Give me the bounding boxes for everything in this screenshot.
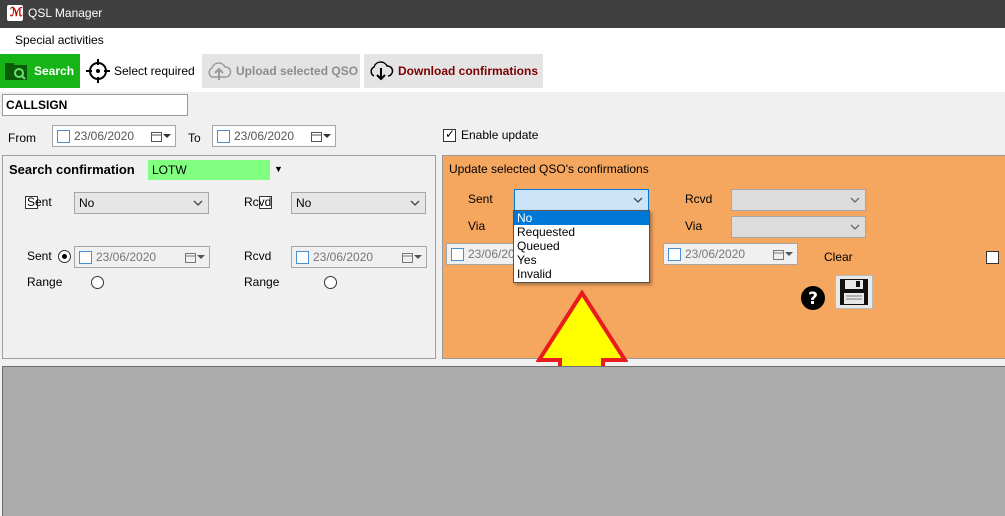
from-date-picker[interactable]: 23/06/2020 [52, 125, 176, 147]
select-required-button[interactable]: Select required [82, 54, 200, 88]
chevron-down-icon [850, 220, 860, 237]
update-rcvd-date-checkbox[interactable] [668, 247, 681, 261]
search-sent-range-radio[interactable] [90, 276, 104, 289]
update-via-sent-label: Via [468, 219, 486, 233]
upload-selected-qso-button[interactable]: Upload selected QSO [202, 54, 360, 88]
update-via-rcvd-label: Via [685, 219, 703, 233]
callsign-input[interactable]: CALLSIGN [2, 94, 188, 116]
dropdown-option-no[interactable]: No [514, 211, 649, 225]
results-grid[interactable] [2, 366, 1005, 516]
confirmation-service-select[interactable]: LOTW [148, 160, 270, 180]
download-label: Download confirmations [398, 64, 539, 78]
chevron-down-icon [850, 193, 860, 210]
calendar-dropdown-icon[interactable] [311, 131, 331, 142]
help-icon[interactable]: ? [800, 285, 826, 311]
search-rcvd-date-checkbox[interactable] [296, 250, 309, 264]
download-confirmations-button[interactable]: Download confirmations [364, 54, 543, 88]
from-date-checkbox[interactable] [57, 129, 70, 143]
update-rcvd-date-picker[interactable]: 23/06/2020 [663, 243, 798, 265]
search-rcvd-range-label: Range [244, 275, 280, 289]
search-rcvd-range-radio[interactable] [324, 276, 338, 289]
from-label: From [8, 131, 36, 145]
search-sent-range-label: Range [27, 275, 63, 289]
to-label: To [188, 131, 201, 145]
dropdown-option-queued[interactable]: Queued [514, 239, 649, 253]
clear-label: Clear [824, 250, 853, 264]
sent-status-dropdown-list: No Requested Queued Yes Invalid [513, 210, 650, 283]
clear-checkbox[interactable] [985, 251, 999, 264]
search-sent-date-value: 23/06/2020 [96, 250, 157, 264]
select-required-label: Select required [114, 64, 195, 78]
calendar-dropdown-icon[interactable] [402, 252, 422, 263]
dropdown-option-yes[interactable]: Yes [514, 253, 649, 267]
update-sent-label: Sent [468, 192, 493, 206]
title-bar: ℳ QSL Manager [0, 0, 1005, 28]
search-rcvd-select[interactable]: No [291, 192, 426, 214]
from-date-value: 23/06/2020 [74, 129, 135, 143]
update-rcvd-select[interactable] [731, 189, 866, 211]
folder-search-icon [4, 60, 30, 82]
search-rcvd-label: Rcvd [244, 195, 272, 209]
chevron-down-icon [633, 193, 643, 210]
chevron-down-icon [410, 196, 420, 213]
chevron-down-icon[interactable]: ▼ [270, 160, 287, 180]
enable-update-label: Enable update [461, 128, 539, 142]
update-sent-select[interactable] [514, 189, 649, 211]
enable-update-checkbox[interactable] [443, 127, 456, 142]
window-title: QSL Manager [28, 6, 103, 20]
upload-label: Upload selected QSO [236, 64, 359, 78]
svg-text:?: ? [808, 289, 818, 309]
search-sent-date-checkbox[interactable] [79, 250, 92, 264]
update-rcvd-label: Rcvd [685, 192, 713, 206]
chevron-down-icon [193, 196, 203, 213]
calendar-dropdown-icon[interactable] [773, 249, 793, 260]
search-rcvd-date-value: 23/06/2020 [313, 250, 374, 264]
update-confirmations-title: Update selected QSO's confirmations [449, 162, 649, 176]
app-icon: ℳ [7, 5, 23, 21]
dropdown-option-invalid[interactable]: Invalid [514, 267, 649, 281]
calendar-dropdown-icon[interactable] [151, 131, 171, 142]
search-sent-value: No [79, 196, 95, 210]
search-sent-radio[interactable] [58, 250, 72, 263]
search-confirmation-title: Search confirmation [9, 162, 135, 177]
cloud-upload-icon [206, 60, 232, 82]
to-date-picker[interactable]: 23/06/2020 [212, 125, 336, 147]
search-rcvd-value: No [296, 196, 312, 210]
crosshair-icon [86, 59, 110, 83]
search-rcvd-date-picker[interactable]: 23/06/2020 [291, 246, 427, 268]
update-sent-date-checkbox[interactable] [451, 247, 464, 261]
search-sent-label: Sent [27, 195, 52, 209]
search-sent-select[interactable]: No [74, 192, 209, 214]
floppy-disk-icon [839, 278, 869, 309]
menu-special-activities[interactable]: Special activities [15, 33, 104, 47]
update-rcvd-date-value: 23/06/2020 [685, 247, 746, 261]
update-via-rcvd-select[interactable] [731, 216, 866, 238]
to-date-checkbox[interactable] [217, 129, 230, 143]
save-button[interactable] [835, 275, 873, 309]
search-sent-date-picker[interactable]: 23/06/2020 [74, 246, 210, 268]
toolbar: Search Select required Upload selected Q… [0, 50, 1005, 92]
search-label: Search [34, 64, 75, 78]
search-rcvd-radio-label: Rcvd [244, 249, 272, 263]
menu-bar: Special activities [0, 28, 1005, 50]
search-sent-radio-label: Sent [27, 249, 52, 263]
to-date-value: 23/06/2020 [234, 129, 295, 143]
calendar-dropdown-icon[interactable] [185, 252, 205, 263]
cloud-download-icon [368, 60, 394, 82]
search-button[interactable]: Search [0, 54, 80, 88]
dropdown-option-requested[interactable]: Requested [514, 225, 649, 239]
